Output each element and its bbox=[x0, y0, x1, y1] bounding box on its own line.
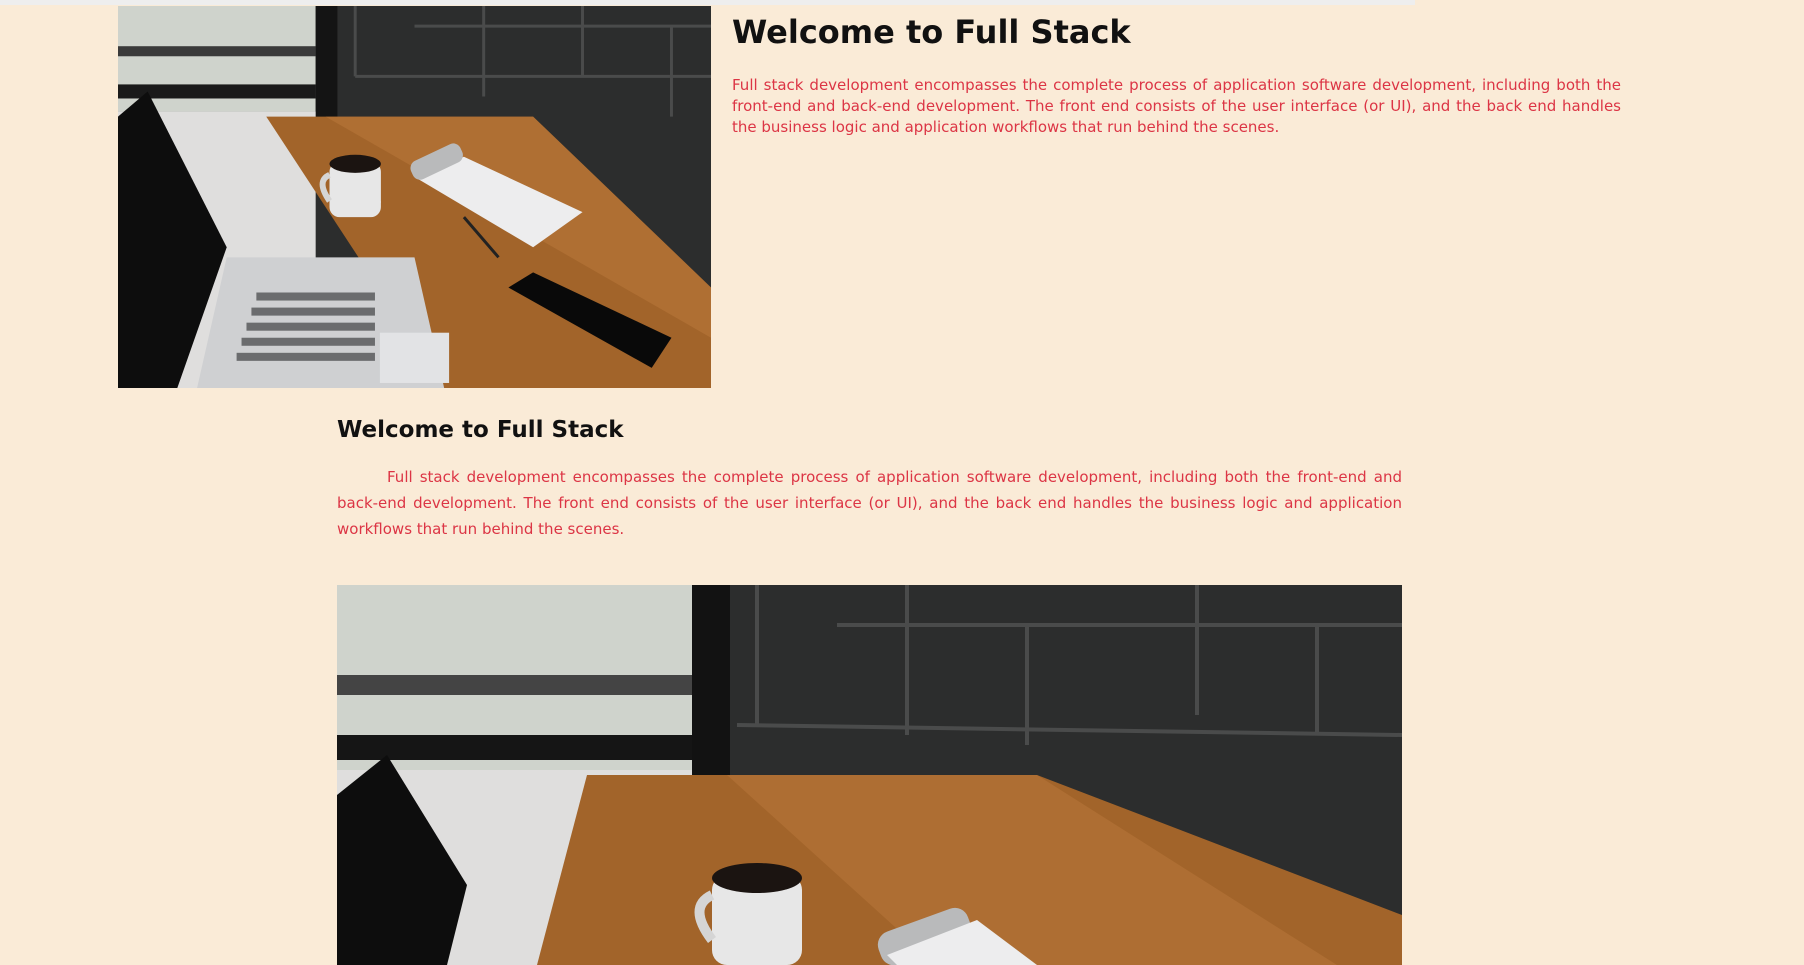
hero-desk-photo bbox=[118, 6, 711, 388]
hero-title: Welcome to Full Stack bbox=[732, 13, 1131, 51]
hero-paragraph: Full stack development encompasses the c… bbox=[732, 76, 1621, 136]
desk-laptop-coffee-image bbox=[118, 6, 711, 388]
top-border bbox=[0, 0, 1415, 5]
section-title: Welcome to Full Stack bbox=[337, 417, 624, 443]
section-paragraph: Full stack development encompasses the c… bbox=[337, 468, 1402, 538]
section-desk-photo bbox=[337, 585, 1402, 965]
desk-laptop-coffee-image bbox=[337, 585, 1402, 965]
